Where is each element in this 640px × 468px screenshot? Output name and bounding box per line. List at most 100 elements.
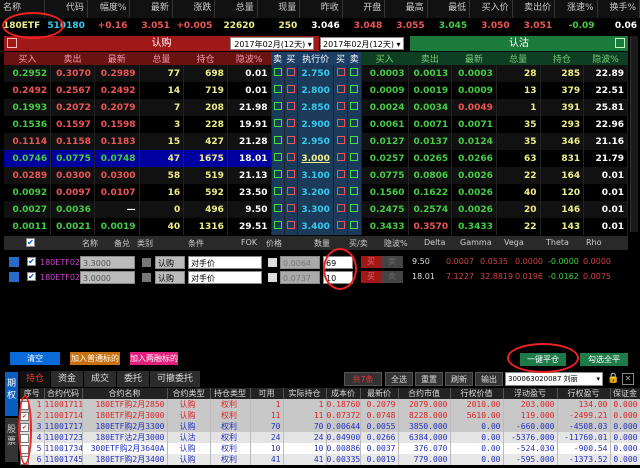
call-sell-checkbox[interactable]	[271, 184, 285, 201]
tab-cancelable[interactable]: 可撤委托	[150, 371, 200, 387]
checkbox-icon[interactable]	[350, 136, 359, 144]
position-column-header[interactable]: 可用	[250, 388, 284, 399]
checkbox-icon[interactable]	[336, 102, 345, 110]
checkbox-icon[interactable]	[350, 102, 359, 110]
order-strike-select[interactable]: 3.3000	[80, 256, 135, 269]
call-sell-checkbox[interactable]	[271, 99, 285, 116]
position-column-header[interactable]: 实际持仓	[283, 388, 327, 399]
clear-button[interactable]: 清空	[10, 352, 60, 365]
quote-values[interactable]: 180ETF 510180 +0.16 3.051 +0.005 22620 250 3.04…	[0, 18, 640, 34]
checkbox-icon[interactable]	[273, 221, 282, 229]
call-buy-checkbox[interactable]	[284, 184, 298, 201]
position-row[interactable]: ✔ 3 11001717 180ETF购2月3300 认购 权利 70 70 0.00644 0.…	[20, 421, 640, 432]
checkbox-icon[interactable]	[336, 187, 345, 195]
order-type-select[interactable]: 认购	[155, 256, 185, 269]
put-sell-checkbox[interactable]	[347, 167, 362, 184]
position-row[interactable]: 4 11001723 180ETF沽2月3000 认沽 权利 24 24 0.04900 0.0…	[20, 432, 640, 443]
checkbox-icon[interactable]	[286, 119, 295, 127]
checkbox-icon[interactable]	[273, 187, 282, 195]
call-sell-checkbox[interactable]	[271, 116, 285, 133]
call-buy-checkbox[interactable]	[284, 82, 298, 99]
call-sell-checkbox[interactable]	[271, 218, 285, 235]
call-buy-checkbox[interactable]	[284, 116, 298, 133]
put-buy-checkbox[interactable]	[333, 65, 348, 82]
checkbox-icon[interactable]	[286, 204, 295, 212]
position-column-header[interactable]: 合约市值	[398, 388, 451, 399]
checkbox-icon[interactable]	[350, 170, 359, 178]
put-sell-checkbox[interactable]	[347, 218, 362, 235]
put-buy-checkbox[interactable]	[333, 133, 348, 150]
checkbox-icon[interactable]	[350, 221, 359, 229]
checkbox-icon[interactable]	[336, 136, 345, 144]
checkbox-icon[interactable]	[350, 187, 359, 195]
checkbox-icon[interactable]	[336, 85, 345, 93]
checkbox-icon[interactable]	[350, 204, 359, 212]
option-chain-row[interactable]: 0.1993 0.2072 0.2079 7 208 21.98 2.850 0.0024 0.…	[4, 99, 628, 116]
position-column-header[interactable]: 最新价	[360, 388, 399, 399]
sell-button[interactable]: 卖	[381, 256, 403, 268]
lock-icon[interactable]: 🔒	[607, 373, 619, 384]
option-chain-row[interactable]: 0.0746 0.0775 0.0748 47 1675 18.01 3.000 0.0257…	[4, 150, 628, 167]
put-sell-checkbox[interactable]	[347, 133, 362, 150]
put-sell-checkbox[interactable]	[347, 99, 362, 116]
checkbox-icon[interactable]	[273, 204, 282, 212]
checkbox-icon[interactable]	[350, 68, 359, 76]
checkbox-icon[interactable]	[286, 187, 295, 195]
fok-checkbox[interactable]	[268, 258, 277, 267]
order-checkbox[interactable]: ✔	[27, 272, 36, 281]
call-buy-checkbox[interactable]	[284, 133, 298, 150]
side-tab-stocks[interactable]: 股票	[5, 418, 18, 462]
side-tab-options[interactable]: 期权	[5, 372, 18, 416]
checkbox-icon[interactable]	[286, 102, 295, 110]
covered-checkbox[interactable]	[142, 273, 151, 282]
call-buy-checkbox[interactable]	[284, 150, 298, 167]
checkbox-icon[interactable]	[336, 170, 345, 178]
position-row[interactable]: ✔ 2 11001714 180ETF购2月3000 认购 权利 11 11 0.07372 0.…	[20, 410, 640, 421]
tab-funds[interactable]: 资金	[51, 371, 83, 387]
order-icon[interactable]	[9, 257, 19, 267]
option-chain-row[interactable]: 0.0289 0.0300 0.0300 58 519 21.13 3.100 0.0775 0…	[4, 167, 628, 184]
option-chain-row[interactable]: 0.0011 0.0021 0.0019 40 1316 29.51 3.400 0.3433…	[4, 218, 628, 235]
add-normal-button[interactable]: 加入普通标的	[70, 352, 120, 365]
chain-scrollbar[interactable]	[630, 36, 638, 232]
order-price-input[interactable]: 0.0064	[280, 256, 320, 269]
put-buy-checkbox[interactable]	[333, 150, 348, 167]
order-icon[interactable]	[9, 272, 19, 282]
call-buy-checkbox[interactable]	[284, 65, 298, 82]
checkbox-icon[interactable]	[286, 85, 295, 93]
fok-checkbox[interactable]	[268, 273, 277, 282]
call-sell-checkbox[interactable]	[271, 150, 285, 167]
chevron-down-icon[interactable]: ▾	[596, 373, 602, 386]
option-chain-row[interactable]: 0.2952 0.3070 0.2989 77 698 0.01 2.750 0.0003 0.…	[4, 65, 628, 82]
refresh-button[interactable]: 刷新	[445, 372, 473, 386]
sell-button[interactable]: 卖	[381, 271, 403, 283]
put-sell-checkbox[interactable]	[347, 184, 362, 201]
buy-button[interactable]: 买	[361, 256, 381, 268]
checkbox-icon[interactable]	[350, 119, 359, 127]
call-sell-checkbox[interactable]	[271, 167, 285, 184]
position-column-header[interactable]: 合约代码	[44, 388, 83, 399]
checkbox-icon[interactable]	[336, 221, 345, 229]
call-sell-checkbox[interactable]	[271, 82, 285, 99]
checkbox-icon[interactable]	[350, 85, 359, 93]
select-all-checkbox[interactable]: ✔	[26, 238, 35, 247]
account-select[interactable]: 300063020087 刘丽 ▾	[505, 372, 603, 386]
select-all-button[interactable]: 全选	[385, 372, 413, 386]
close-checked-button[interactable]: 勾选全平	[580, 353, 628, 366]
checkbox-icon[interactable]	[273, 153, 282, 161]
grid-icon[interactable]	[615, 38, 625, 48]
checkbox-icon[interactable]	[286, 221, 295, 229]
covered-checkbox[interactable]	[142, 258, 151, 267]
order-condition-select[interactable]: 对手价	[188, 256, 262, 269]
checkbox-icon[interactable]	[273, 170, 282, 178]
checkbox-icon[interactable]	[273, 136, 282, 144]
put-buy-checkbox[interactable]	[333, 82, 348, 99]
put-buy-checkbox[interactable]	[333, 218, 348, 235]
close-icon[interactable]: ✕	[622, 373, 634, 385]
call-buy-checkbox[interactable]	[284, 201, 298, 218]
position-column-header[interactable]: 行权价值	[450, 388, 504, 399]
put-sell-checkbox[interactable]	[347, 116, 362, 133]
reset-button[interactable]: 重置	[415, 372, 443, 386]
checkbox-icon[interactable]	[273, 102, 282, 110]
checkbox-icon[interactable]	[336, 153, 345, 161]
